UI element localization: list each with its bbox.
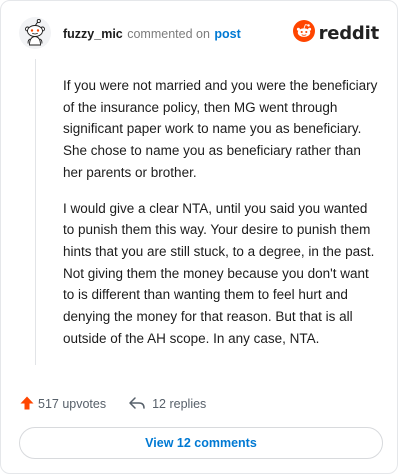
view-comments-button[interactable]: View 12 comments [19, 427, 383, 459]
comment-header: fuzzy_mic commented on post reddit [19, 17, 381, 53]
comment-body: If you were not married and you were the… [63, 75, 381, 363]
comment-paragraph: I would give a clear NTA, until you said… [63, 200, 375, 346]
comment-card: fuzzy_mic commented on post reddit If yo… [0, 0, 398, 474]
post-link[interactable]: post [214, 27, 240, 41]
snoo-avatar-icon[interactable] [19, 17, 51, 49]
reddit-logo-icon [292, 19, 315, 47]
thread-line [35, 59, 36, 365]
reddit-brand[interactable]: reddit [292, 19, 380, 47]
upvote-button[interactable]: 517 upvotes [19, 395, 106, 414]
comment-attribution: fuzzy_mic commented on post [63, 26, 241, 42]
replies-button[interactable]: 12 replies [128, 395, 206, 414]
replies-count: 12 replies [152, 397, 207, 411]
reply-arrow-icon [128, 395, 146, 414]
upvote-arrow-icon [19, 395, 35, 414]
upvotes-count: 517 upvotes [38, 397, 107, 411]
comment-actions: 517 upvotes 12 replies [19, 394, 206, 414]
username-link[interactable]: fuzzy_mic [63, 27, 123, 41]
reddit-wordmark: reddit [318, 22, 380, 44]
action-text: commented on [127, 27, 210, 41]
comment-paragraph: If you were not married and you were the… [63, 78, 378, 180]
